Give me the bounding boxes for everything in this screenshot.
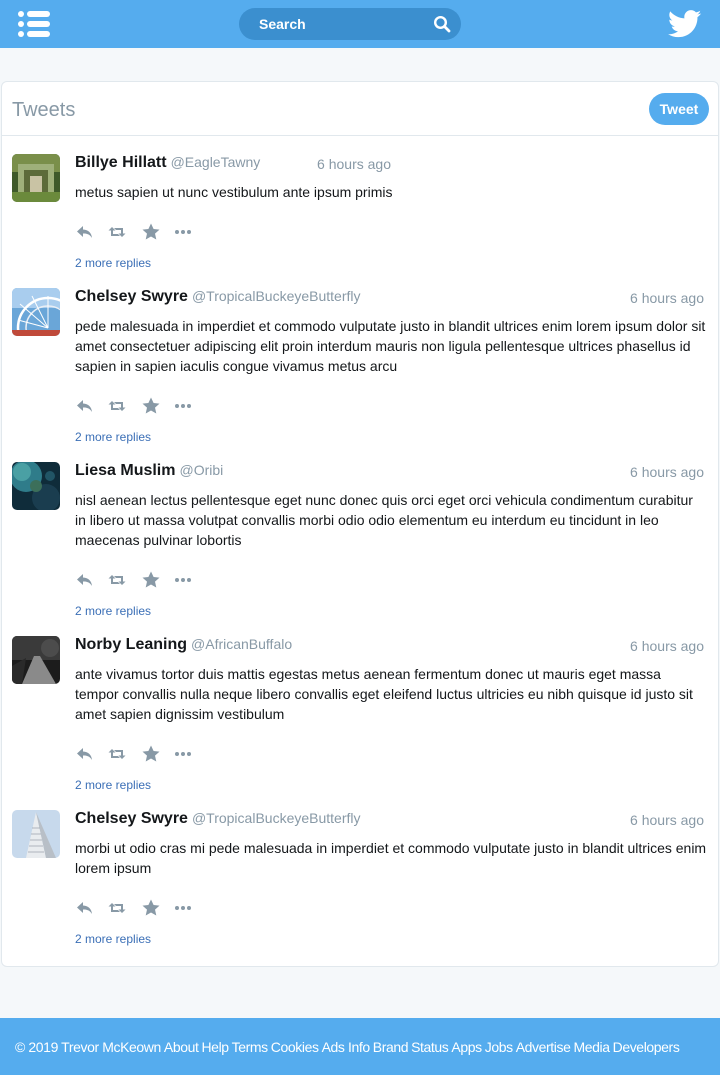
reply-icon[interactable]: [75, 744, 95, 764]
more-replies-link[interactable]: 2 more replies: [75, 604, 151, 618]
twitter-bird-icon[interactable]: [668, 10, 702, 38]
footer-link-about[interactable]: About: [164, 1039, 199, 1055]
tweet-timestamp[interactable]: 6 hours ago: [630, 290, 704, 306]
author-name: Liesa Muslim: [75, 462, 176, 479]
more-options-icon[interactable]: [173, 396, 193, 416]
footer-link-cookies[interactable]: Cookies: [271, 1039, 319, 1055]
favorite-star-icon[interactable]: [141, 396, 161, 416]
footer-link-status[interactable]: Status: [411, 1039, 449, 1055]
tweet-item: Chelsey Swyre @TropicalBuckeyeButterfly 6…: [2, 810, 718, 950]
footer-link-apps[interactable]: Apps: [451, 1039, 482, 1055]
author-handle: @TropicalBuckeyeButterfly: [191, 810, 361, 826]
tweet-text: morbi ut odio cras mi pede malesuada in …: [75, 840, 707, 876]
author-name: Chelsey Swyre: [75, 288, 188, 305]
footer-links: © 2019 Trevor McKeown About Help Terms Cooki…: [15, 1039, 682, 1055]
tweet-timestamp[interactable]: 6 hours ago: [630, 464, 704, 480]
tweet-author-name[interactable]: Chelsey Swyre @TropicalBuckeyeButterfly: [75, 810, 361, 828]
tweets-card: Tweets Tweet Billye Hillatt @EagleTawny 6…: [1, 81, 719, 967]
avatar[interactable]: [12, 636, 60, 684]
more-replies-link[interactable]: 2 more replies: [75, 932, 151, 946]
footer-link-brand[interactable]: Brand: [373, 1039, 409, 1055]
favorite-star-icon[interactable]: [141, 222, 161, 242]
footer-copyright: © 2019 Trevor McKeown: [15, 1039, 161, 1055]
reply-icon[interactable]: [75, 396, 95, 416]
tweet-timestamp[interactable]: 6 hours ago: [630, 638, 704, 654]
avatar[interactable]: [12, 810, 60, 858]
author-handle: @AfricanBuffalo: [191, 636, 293, 652]
search-placeholder: Search: [259, 16, 306, 32]
reply-icon[interactable]: [75, 570, 95, 590]
footer-link-ads-info[interactable]: Ads Info: [322, 1039, 371, 1055]
retweet-icon[interactable]: [107, 222, 127, 242]
avatar[interactable]: [12, 462, 60, 510]
tweet-item: Chelsey Swyre @TropicalBuckeyeButterfly 6…: [2, 288, 718, 448]
tweets-card-header: Tweets Tweet: [2, 82, 718, 136]
search-icon[interactable]: [433, 15, 451, 33]
retweet-icon[interactable]: [107, 396, 127, 416]
tweet-text: nisl aenean lectus pellentesque eget nun…: [75, 492, 693, 548]
tweet-text: metus sapien ut nunc vestibulum ante ips…: [75, 184, 393, 200]
more-options-icon[interactable]: [173, 222, 193, 242]
footer-link-media[interactable]: Media: [573, 1039, 610, 1055]
menu-icon[interactable]: [18, 10, 52, 38]
footer-link-jobs[interactable]: Jobs: [485, 1039, 513, 1055]
more-replies-link[interactable]: 2 more replies: [75, 430, 151, 444]
favorite-star-icon[interactable]: [141, 570, 161, 590]
reply-icon[interactable]: [75, 222, 95, 242]
author-handle: @TropicalBuckeyeButterfly: [191, 288, 361, 304]
tweet-author-name[interactable]: Liesa Muslim @Oribi: [75, 462, 223, 480]
retweet-icon[interactable]: [107, 898, 127, 918]
tweet-item: Billye Hillatt @EagleTawny 6 hours ago me…: [2, 154, 718, 274]
author-name: Chelsey Swyre: [75, 810, 188, 827]
footer-link-advertise[interactable]: Advertise: [516, 1039, 571, 1055]
footer: © 2019 Trevor McKeown About Help Terms Cooki…: [0, 1018, 720, 1075]
top-navigation-bar: Search: [0, 0, 720, 48]
search-input[interactable]: Search: [239, 8, 461, 40]
author-handle: @Oribi: [179, 462, 224, 478]
more-options-icon[interactable]: [173, 898, 193, 918]
reply-icon[interactable]: [75, 898, 95, 918]
more-replies-link[interactable]: 2 more replies: [75, 778, 151, 792]
author-name: Billye Hillatt: [75, 154, 167, 171]
tweet-item: Liesa Muslim @Oribi 6 hours ago nisl aene…: [2, 462, 718, 622]
more-replies-link[interactable]: 2 more replies: [75, 256, 151, 270]
footer-link-help[interactable]: Help: [201, 1039, 229, 1055]
retweet-icon[interactable]: [107, 744, 127, 764]
tweet-timestamp[interactable]: 6 hours ago: [630, 812, 704, 828]
tweet-timestamp[interactable]: 6 hours ago: [317, 156, 391, 172]
tweets-heading: Tweets: [12, 99, 76, 121]
avatar[interactable]: [12, 154, 60, 202]
tweet-item: Norby Leaning @AfricanBuffalo 6 hours ago…: [2, 636, 718, 796]
tweet-button[interactable]: Tweet: [649, 93, 709, 125]
tweet-text: ante vivamus tortor duis mattis egestas …: [75, 666, 693, 722]
author-name: Norby Leaning: [75, 636, 188, 653]
author-handle: @EagleTawny: [170, 154, 261, 170]
footer-link-terms[interactable]: Terms: [232, 1039, 269, 1055]
more-options-icon[interactable]: [173, 744, 193, 764]
favorite-star-icon[interactable]: [141, 744, 161, 764]
tweet-text: pede malesuada in imperdiet et commodo v…: [75, 318, 706, 374]
more-options-icon[interactable]: [173, 570, 193, 590]
tweet-author-name[interactable]: Chelsey Swyre @TropicalBuckeyeButterfly: [75, 288, 361, 306]
retweet-icon[interactable]: [107, 570, 127, 590]
footer-link-developers[interactable]: Developers: [613, 1039, 680, 1055]
tweet-author-name[interactable]: Billye Hillatt @EagleTawny: [75, 154, 260, 172]
avatar[interactable]: [12, 288, 60, 336]
favorite-star-icon[interactable]: [141, 898, 161, 918]
tweet-author-name[interactable]: Norby Leaning @AfricanBuffalo: [75, 636, 292, 654]
